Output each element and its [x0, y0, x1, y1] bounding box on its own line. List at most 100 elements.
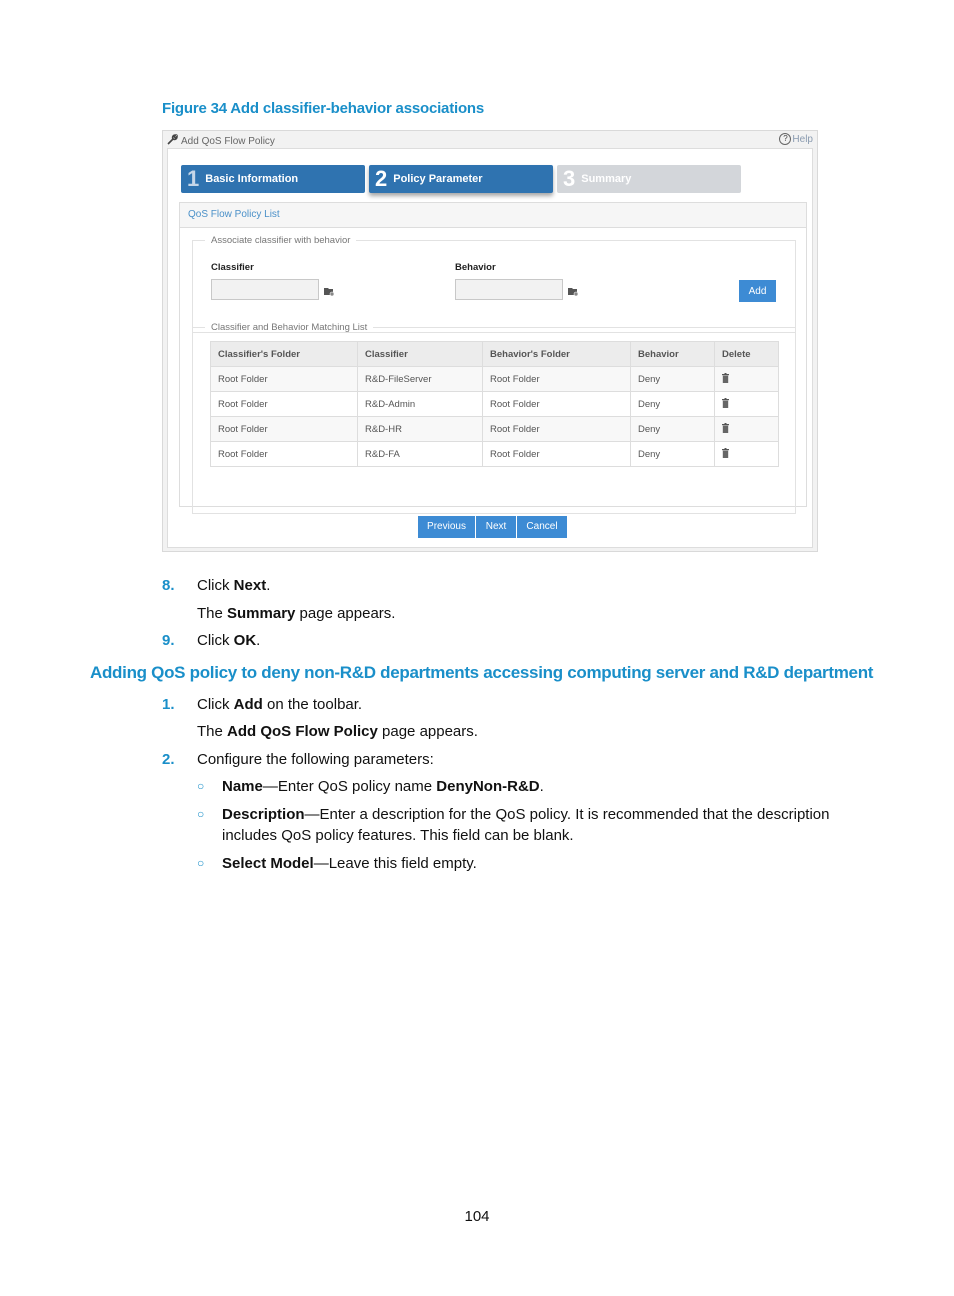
- step-1-text: Click Add on the toolbar.: [197, 695, 362, 715]
- cell-behavior-folder: Root Folder: [482, 391, 631, 417]
- trash-icon[interactable]: [722, 397, 729, 408]
- step-8: 8.: [162, 576, 175, 596]
- help-label: Help: [792, 133, 813, 145]
- table-row: Root Folder R&D-FA Root Folder Deny: [210, 441, 779, 467]
- step-number: 9.: [162, 632, 175, 649]
- step-number: 8.: [162, 577, 175, 594]
- bullet-circle-icon: ○: [197, 856, 205, 870]
- step-8-result: The Summary page appears.: [197, 604, 395, 624]
- bold-text: Add: [233, 696, 263, 713]
- step-2: 2.: [162, 750, 175, 770]
- figure-caption: Figure 34 Add classifier-behavior associ…: [162, 100, 485, 117]
- help-link[interactable]: ? Help: [779, 133, 813, 145]
- step-1: 1.: [162, 695, 175, 715]
- step-number: 2: [375, 166, 388, 191]
- bullet-description: Description—Enter a description for the …: [222, 805, 830, 825]
- next-button[interactable]: Next: [476, 516, 516, 538]
- add-button[interactable]: Add: [739, 280, 776, 302]
- policy-parameter-content: Associate classifier with behavior Class…: [179, 227, 807, 514]
- step-number: 2.: [162, 751, 175, 768]
- bold-text: OK: [233, 632, 257, 649]
- bullet-select-model: Select Model—Leave this field empty.: [222, 854, 477, 874]
- associate-group: Associate classifier with behavior Class…: [192, 235, 796, 333]
- section-heading: Adding QoS policy to deny non-R&D depart…: [90, 663, 874, 682]
- text: page appears.: [377, 723, 478, 740]
- classifier-input[interactable]: [211, 279, 319, 300]
- text: .: [256, 632, 261, 649]
- folder-browse-icon[interactable]: [568, 283, 579, 301]
- cell-behavior-folder: Root Folder: [482, 416, 631, 442]
- wizard-panel: 1 Basic Information 2 Policy Parameter 3…: [167, 148, 813, 548]
- bullet-description-line2: includes QoS policy features. This field…: [222, 827, 574, 844]
- column-header: Classifier's Folder: [210, 341, 358, 367]
- qos-flow-policy-list-link[interactable]: QoS Flow Policy List: [179, 202, 807, 228]
- cell-delete: [714, 416, 779, 442]
- wizard-step-basic-information[interactable]: 1 Basic Information: [181, 165, 365, 193]
- step-9: 9.: [162, 631, 175, 651]
- help-icon: ?: [779, 133, 792, 145]
- text: page appears.: [295, 605, 396, 622]
- trash-icon[interactable]: [722, 422, 729, 433]
- cell-classifier-folder: Root Folder: [210, 416, 358, 442]
- cell-classifier: R&D-HR: [357, 416, 483, 442]
- column-header: Delete: [714, 341, 779, 367]
- step-label: Basic Information: [205, 173, 299, 185]
- screenshot-window: Add QoS Flow Policy ? Help 1 Basic Infor…: [162, 130, 818, 552]
- bullet-circle-icon: ○: [197, 779, 205, 793]
- behavior-label: Behavior: [455, 262, 496, 273]
- matching-list-group: Classifier and Behavior Matching List Cl…: [192, 322, 796, 514]
- text: —Enter QoS policy name: [262, 778, 437, 795]
- step-9-text: Click OK.: [197, 631, 260, 651]
- text: —Leave this field empty.: [313, 855, 477, 872]
- previous-button[interactable]: Previous: [418, 516, 475, 538]
- trash-icon[interactable]: [722, 447, 729, 458]
- folder-browse-icon[interactable]: [324, 283, 335, 301]
- cell-classifier: R&D-FileServer: [357, 366, 483, 392]
- cell-behavior: Deny: [630, 416, 715, 442]
- wrench-icon: [167, 134, 178, 148]
- bold-text: Description: [222, 806, 305, 823]
- cell-delete: [714, 441, 779, 467]
- text: —Enter a description for the QoS policy.…: [304, 806, 830, 823]
- text: Click: [197, 632, 234, 649]
- step-8-text: Click Next.: [197, 576, 270, 596]
- wizard-step-policy-parameter[interactable]: 2 Policy Parameter: [369, 165, 553, 193]
- trash-icon[interactable]: [722, 372, 729, 383]
- cell-classifier-folder: Root Folder: [210, 366, 358, 392]
- column-header: Behavior's Folder: [482, 341, 631, 367]
- behavior-input[interactable]: [455, 279, 563, 300]
- cell-behavior: Deny: [630, 366, 715, 392]
- bold-text: DenyNon-R&D: [436, 778, 540, 795]
- table-header-row: Classifier's Folder Classifier Behavior'…: [210, 341, 779, 367]
- step-number: 1.: [162, 696, 175, 713]
- matching-table: Classifier's Folder Classifier Behavior'…: [210, 341, 779, 467]
- cell-behavior-folder: Root Folder: [482, 441, 631, 467]
- column-header: Classifier: [357, 341, 483, 367]
- step-1-result: The Add QoS Flow Policy page appears.: [197, 722, 478, 742]
- step-number: 3: [563, 166, 576, 191]
- text: Click: [197, 696, 234, 713]
- wizard-step-summary: 3 Summary: [557, 165, 741, 193]
- cell-classifier-folder: Root Folder: [210, 391, 358, 417]
- cell-classifier: R&D-Admin: [357, 391, 483, 417]
- window-title: Add QoS Flow Policy: [181, 135, 275, 147]
- text: The: [197, 723, 228, 740]
- bullet-name: Name—Enter QoS policy name DenyNon-R&D.: [222, 777, 544, 797]
- text: .: [266, 577, 271, 594]
- bold-text: Add QoS Flow Policy: [227, 723, 378, 740]
- text: .: [539, 778, 544, 795]
- step-label: Policy Parameter: [393, 173, 483, 185]
- step-label: Summary: [581, 173, 632, 185]
- text: on the toolbar.: [262, 696, 363, 713]
- cell-behavior: Deny: [630, 391, 715, 417]
- cell-behavior: Deny: [630, 441, 715, 467]
- wizard-button-row: Previous Next Cancel: [418, 516, 567, 538]
- bullet-circle-icon: ○: [197, 807, 205, 821]
- bold-text: Select Model: [222, 855, 314, 872]
- bold-text: Summary: [227, 605, 296, 622]
- text: The: [197, 605, 228, 622]
- step-2-text: Configure the following parameters:: [197, 751, 434, 768]
- step-number: 1: [187, 166, 200, 191]
- bold-text: Next: [233, 577, 267, 594]
- cancel-button[interactable]: Cancel: [517, 516, 567, 538]
